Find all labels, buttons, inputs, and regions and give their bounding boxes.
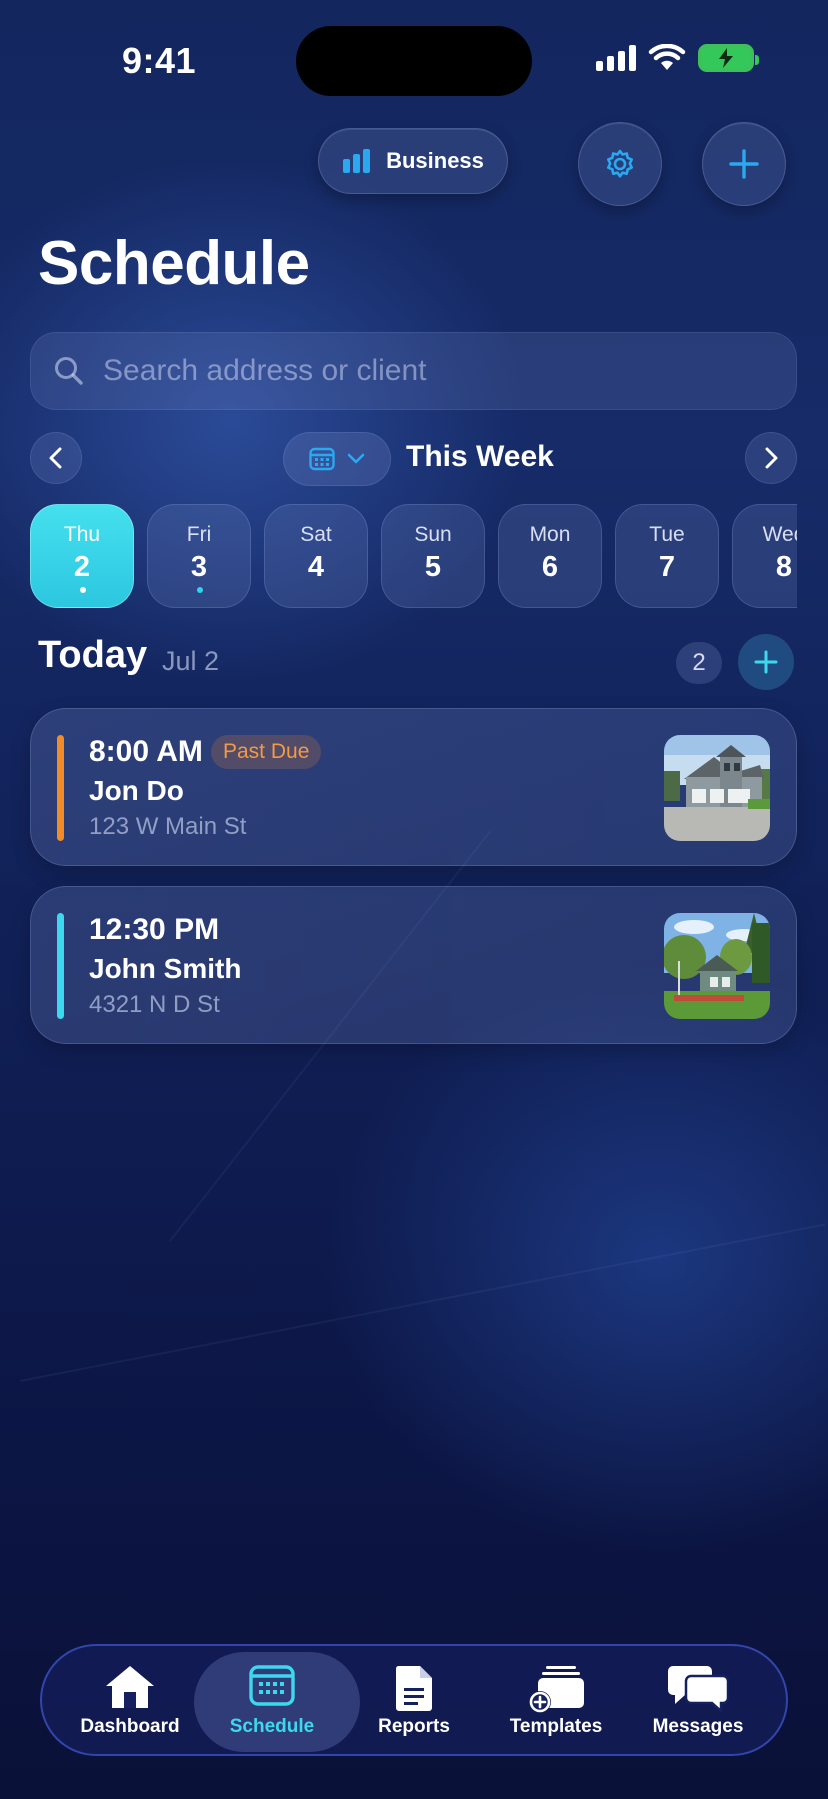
day-name: Tue xyxy=(649,523,685,546)
tab-templates[interactable]: Templates xyxy=(486,1646,626,1758)
day-name: Sun xyxy=(414,523,452,546)
tab-bar: Dashboard Schedule Reports Templates Mes… xyxy=(40,1644,788,1756)
week-label: This Week xyxy=(406,440,554,473)
week-navigation: This Week xyxy=(30,432,797,486)
event-dot xyxy=(80,587,86,593)
cellular-signal-icon xyxy=(596,45,636,71)
chevron-down-icon xyxy=(347,453,365,464)
appointment-card[interactable]: 12:30 PM John Smith 4321 N D St xyxy=(30,886,797,1044)
day-chip-sat[interactable]: Sat 4 xyxy=(264,504,368,608)
previous-week-button[interactable] xyxy=(30,432,82,484)
tab-label: Messages xyxy=(652,1716,744,1737)
day-name: Mon xyxy=(529,523,571,546)
gear-icon xyxy=(607,149,633,178)
dynamic-island xyxy=(296,26,532,96)
day-name: Fri xyxy=(186,523,212,546)
status-time: 9:41 xyxy=(122,40,197,81)
calendar-icon xyxy=(309,447,335,471)
business-switcher-button[interactable]: Business xyxy=(318,128,508,194)
appointment-time: 12:30 PM xyxy=(89,913,220,946)
client-address: 4321 N D St xyxy=(89,991,220,1018)
bar-chart-icon xyxy=(343,149,371,173)
client-address: 123 W Main St xyxy=(89,813,247,840)
document-icon xyxy=(395,1666,432,1711)
appointment-time: 8:00 AM xyxy=(89,735,203,768)
add-today-appointment-button[interactable] xyxy=(738,634,794,690)
day-number: 5 xyxy=(424,551,442,583)
client-name: Jon Do xyxy=(89,775,184,806)
today-date: Jul 2 xyxy=(162,646,220,676)
day-name: Thu xyxy=(63,523,101,546)
status-accent-bar xyxy=(57,735,64,841)
tab-label: Templates xyxy=(509,1716,603,1737)
day-chip-fri[interactable]: Fri 3 xyxy=(147,504,251,608)
property-photo xyxy=(664,735,770,841)
battery-charging-icon xyxy=(698,44,759,72)
day-chip-sun[interactable]: Sun 5 xyxy=(381,504,485,608)
status-icons xyxy=(596,44,759,72)
day-selector: Thu 2 Fri 3 Sat 4 Sun 5 Mon 6 Tue 7 Wed … xyxy=(30,504,797,610)
day-chip-thu[interactable]: Thu 2 xyxy=(30,504,134,608)
tab-label: Schedule xyxy=(229,1716,315,1737)
day-number: 2 xyxy=(73,551,91,583)
add-appointment-button[interactable] xyxy=(702,122,786,206)
templates-add-icon xyxy=(529,1666,584,1713)
chat-bubbles-icon xyxy=(668,1666,729,1712)
wifi-icon xyxy=(648,44,686,70)
today-header: Today Jul 2 2 xyxy=(38,632,798,690)
day-chip-tue[interactable]: Tue 7 xyxy=(615,504,719,608)
status-accent-bar xyxy=(57,913,64,1019)
plus-icon xyxy=(754,650,778,674)
page-title: Schedule xyxy=(38,229,310,298)
appointment-count-badge: 2 xyxy=(676,642,722,684)
day-number: 3 xyxy=(190,551,208,583)
calendar-icon xyxy=(249,1665,295,1706)
business-label: Business xyxy=(386,148,484,173)
search-input[interactable]: Search address or client xyxy=(30,332,797,410)
chevron-left-icon xyxy=(49,447,62,469)
day-name: Wed xyxy=(762,523,797,546)
property-photo xyxy=(664,913,770,1019)
day-chip-mon[interactable]: Mon 6 xyxy=(498,504,602,608)
tab-label: Dashboard xyxy=(80,1716,180,1737)
house-icon xyxy=(106,1666,154,1708)
day-number: 8 xyxy=(775,551,793,583)
day-number: 6 xyxy=(541,551,559,583)
day-name: Sat xyxy=(300,523,332,546)
tab-messages[interactable]: Messages xyxy=(628,1646,768,1758)
tab-dashboard[interactable]: Dashboard xyxy=(60,1646,200,1758)
tab-schedule[interactable]: Schedule xyxy=(194,1646,360,1758)
past-due-badge: Past Due xyxy=(211,735,322,769)
settings-button[interactable] xyxy=(578,122,662,206)
background-streak xyxy=(19,1223,826,1382)
next-week-button[interactable] xyxy=(745,432,797,484)
day-number: 4 xyxy=(307,551,325,583)
tab-reports[interactable]: Reports xyxy=(344,1646,484,1758)
calendar-picker-button[interactable] xyxy=(283,432,391,486)
appointment-card[interactable]: 8:00 AM Past Due Jon Do 123 W Main St xyxy=(30,708,797,866)
event-dot xyxy=(197,587,203,593)
chevron-right-icon xyxy=(765,447,778,469)
client-name: John Smith xyxy=(89,953,242,984)
today-title: Today xyxy=(38,634,148,676)
plus-icon xyxy=(729,149,759,179)
day-chip-wed[interactable]: Wed 8 xyxy=(732,504,797,608)
tab-label: Reports xyxy=(378,1716,450,1737)
search-placeholder: Search address or client xyxy=(103,354,427,387)
day-number: 7 xyxy=(658,551,676,583)
search-icon xyxy=(55,357,83,385)
